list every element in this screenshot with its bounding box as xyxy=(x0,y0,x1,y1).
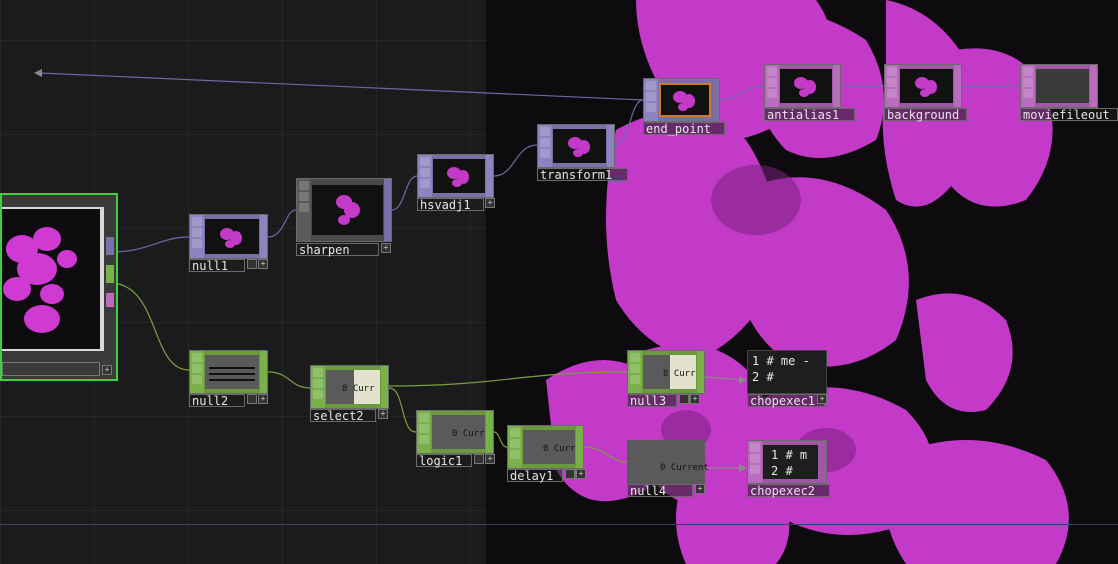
wire-transform1-endpoint xyxy=(614,99,644,146)
null2-channel-bars xyxy=(209,367,255,381)
end-point-node[interactable] xyxy=(643,78,720,122)
transform1-label[interactable]: transform1 xyxy=(537,168,628,182)
chopexec2-code: 1 # m2 # xyxy=(771,448,808,478)
wire-delay1-null4 xyxy=(583,446,628,463)
network-editor[interactable]: + null1 + sharpen + hsvadj1 + transform1… xyxy=(0,0,1118,564)
flower-thumbnail-icon xyxy=(914,77,937,97)
select2-label[interactable]: select2 xyxy=(310,409,376,423)
flower-thumbnail-icon xyxy=(794,77,816,97)
logic1-label[interactable]: logic1 xyxy=(416,454,472,468)
null1-node[interactable] xyxy=(189,214,268,259)
logic1-node[interactable]: 0 Curr xyxy=(416,410,494,454)
wire-hsvadj1-transform1 xyxy=(493,144,538,177)
null4-node[interactable]: 0 Current xyxy=(627,440,709,484)
moviefilein-label-bar xyxy=(2,362,100,376)
viewer-toggle-icon[interactable] xyxy=(679,394,689,404)
chopexec1-label[interactable]: chopexec1 xyxy=(747,394,825,408)
flower-thumbnail-icon xyxy=(2,209,100,349)
null3-value: 8 Curr xyxy=(663,369,696,379)
plus-icon[interactable]: + xyxy=(258,259,268,269)
plus-icon[interactable]: + xyxy=(576,469,586,479)
moviefileout-node[interactable] xyxy=(1020,64,1098,108)
plus-icon[interactable]: + xyxy=(485,454,495,464)
transform1-node[interactable] xyxy=(537,124,615,168)
moviefilein-node[interactable]: + xyxy=(0,193,118,381)
sharpen-node[interactable] xyxy=(296,178,392,242)
antialias1-node[interactable] xyxy=(764,64,841,108)
chopexec2-label[interactable]: chopexec2 xyxy=(747,484,830,498)
null3-label[interactable]: null3 xyxy=(627,394,677,408)
plus-icon[interactable]: + xyxy=(695,484,705,494)
chopexec2-node[interactable]: 1 # m2 # xyxy=(747,440,827,484)
delay1-node[interactable]: 0 Curr xyxy=(507,425,584,469)
delay1-label[interactable]: delay1 xyxy=(507,469,563,483)
null1-label[interactable]: null1 xyxy=(189,259,245,273)
wire-sharpen-hsvadj1 xyxy=(391,175,418,211)
flower-thumbnail-icon xyxy=(447,167,469,187)
flower-thumbnail-icon xyxy=(220,227,242,248)
wire-movie-null1 xyxy=(109,236,190,253)
chopexec1-code: 1 # me -2 # xyxy=(752,354,810,384)
hsvadj1-node[interactable] xyxy=(417,154,494,198)
plus-icon[interactable]: + xyxy=(381,243,391,253)
null2-label[interactable]: null2 xyxy=(189,394,245,408)
plus-icon[interactable]: + xyxy=(102,365,112,375)
wire-null1-sharpen xyxy=(267,209,297,238)
plus-icon[interactable]: + xyxy=(258,394,268,404)
wire-movie-null2 xyxy=(109,282,190,371)
select2-value: 8 Curr xyxy=(342,384,375,394)
null2-node[interactable] xyxy=(189,350,268,394)
wire-null2-select2 xyxy=(267,371,311,389)
wire-select2-logic1 xyxy=(388,387,417,433)
wire-select2-null3 xyxy=(388,371,628,387)
null4-value: 0 Current xyxy=(660,463,709,473)
antialias1-label[interactable]: antialias1 xyxy=(764,108,855,122)
hsvadj1-label[interactable]: hsvadj1 xyxy=(417,198,484,212)
flower-thumbnail-icon xyxy=(673,91,695,111)
flower-thumbnail-icon xyxy=(335,195,360,225)
wire-endpoint-antialias1 xyxy=(719,85,765,101)
flower-thumbnail-icon xyxy=(567,137,590,157)
plus-icon[interactable]: + xyxy=(485,198,495,208)
moviefileout-label[interactable]: moviefileout xyxy=(1020,108,1118,122)
sharpen-label[interactable]: sharpen xyxy=(296,243,379,257)
null3-node[interactable]: 8 Curr xyxy=(627,350,705,394)
plus-icon[interactable]: + xyxy=(378,409,388,419)
viewer-toggle-icon[interactable] xyxy=(247,394,257,404)
background-node[interactable] xyxy=(884,64,962,108)
wire-end-point-back xyxy=(39,72,644,101)
plus-icon[interactable]: + xyxy=(690,394,700,404)
moviefilein-viewer xyxy=(2,207,104,351)
wire-logic1-delay1 xyxy=(493,431,508,448)
viewer-toggle-icon[interactable] xyxy=(474,454,484,464)
chopexec1-node[interactable]: 1 # me -2 # xyxy=(747,350,827,394)
viewer-toggle-icon[interactable] xyxy=(565,469,575,479)
logic1-value: 0 Curr xyxy=(452,429,485,439)
delay1-value: 0 Curr xyxy=(543,444,576,454)
background-label[interactable]: background xyxy=(884,108,967,122)
viewer-toggle-icon[interactable] xyxy=(247,259,257,269)
null4-label[interactable]: null4 xyxy=(627,484,693,498)
select2-node[interactable]: 8 Curr xyxy=(310,365,389,409)
moviefilein-output-pins xyxy=(106,237,114,333)
end-point-label[interactable]: end_point xyxy=(643,122,725,136)
plus-icon[interactable]: + xyxy=(817,394,827,404)
